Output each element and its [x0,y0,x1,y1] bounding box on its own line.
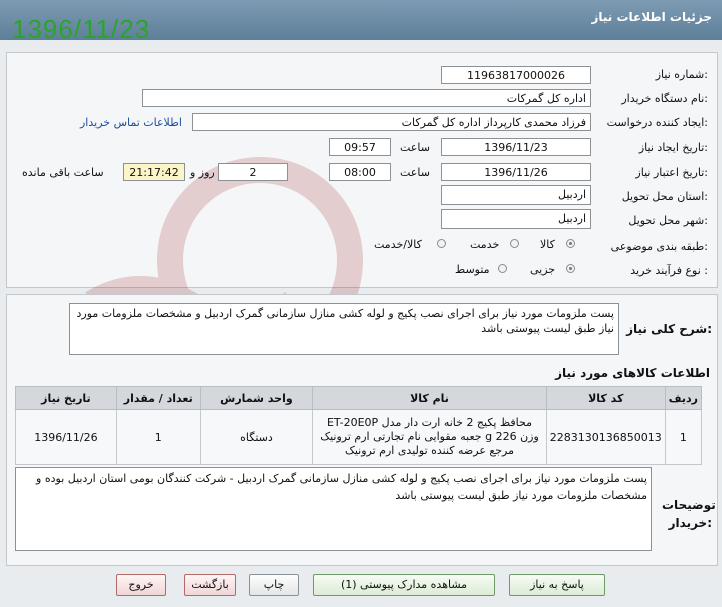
process-label: نوع فرآیند خرید : [630,264,708,277]
requester-label: ایجاد کننده درخواست: [606,116,708,129]
col-code: کد کالا [545,386,666,410]
validity-date-label: تاریخ اعتبار نیاز: [635,166,708,179]
created-date-label: تاریخ ایجاد نیاز: [638,141,708,154]
buyer-contact-link[interactable]: اطلاعات تماس خریدار [80,116,182,129]
cell-name: محافظ پکیج 2 خانه ارت دار مدل ET-20E0P و… [312,409,547,465]
view-attachments-button[interactable]: مشاهده مدارک پیوستی (1) [313,574,495,596]
exit-button[interactable]: خروج [116,574,166,596]
category-option-goods: کالا [540,238,555,251]
col-unit: واحد شمارش [199,386,314,410]
col-name: نام کالا [312,386,547,410]
category-radio-both[interactable] [437,239,446,248]
category-label: طبقه بندی موضوعی: [610,240,708,253]
province-label: استان محل تحویل: [621,190,708,203]
cell-unit: دستگاه [199,409,314,465]
col-qty: تعداد / مقدار [115,386,201,410]
need-number-field[interactable]: 11963817000026 [441,66,591,84]
category-radio-goods[interactable] [566,239,575,248]
back-button[interactable]: بازگشت [184,574,236,596]
category-radio-service[interactable] [510,239,519,248]
items-section-title: اطلاعات کالاهای مورد نیاز [555,366,710,380]
created-time-label: ساعت [400,141,430,154]
buyer-notes-label: توضیحات خریدار: [662,498,716,530]
validity-time-label: ساعت [400,166,430,179]
days-label: روز و [190,166,215,179]
buyer-org-label: نام دستگاه خریدار: [621,92,708,105]
cell-qty: 1 [115,409,201,465]
page-title: جزئیات اطلاعات نیاز [591,10,712,24]
date-stamp: 1396/11/23 [12,14,151,44]
summary-label: شرح کلی نیاز: [626,322,712,336]
process-option-medium: متوسط [455,263,490,276]
cell-row: 1 [664,409,703,465]
col-row: ردیف [664,386,703,410]
category-option-service: خدمت [470,238,500,251]
time-remaining-field: 21:17:42 [123,163,185,181]
city-field[interactable]: اردبیل [441,209,591,229]
summary-textarea[interactable]: پست ملزومات مورد نیاز برای اجرای نصب پکی… [69,303,619,355]
table-row: 1396/11/26 1 دستگاه محافظ پکیج 2 خانه ار… [15,409,703,465]
buyer-org-field[interactable]: اداره کل گمرکات [142,89,591,107]
items-table: تاریخ نیاز تعداد / مقدار واحد شمارش نام … [15,386,703,465]
days-remaining-field[interactable]: 2 [218,163,288,181]
category-option-both: کالا/خدمت [374,238,422,251]
validity-date-field[interactable]: 1396/11/26 [441,163,591,181]
process-option-minor: جزیی [530,263,556,276]
cell-date: 1396/11/26 [15,409,117,465]
cell-code: 2283130136850013 [545,409,666,465]
print-button[interactable]: چاپ [249,574,299,596]
city-label: شهر محل تحویل: [628,214,708,227]
created-date-field[interactable]: 1396/11/23 [441,138,591,156]
process-radio-medium[interactable] [498,264,507,273]
requester-field[interactable]: فرزاد محمدی کارپرداز اداره کل گمرکات [192,113,591,131]
need-number-label: شماره نیاز: [655,68,708,81]
col-date: تاریخ نیاز [15,386,117,410]
province-field[interactable]: اردبیل [441,185,591,205]
time-remaining-label: ساعت باقی مانده [22,166,104,179]
created-time-field[interactable]: 09:57 [329,138,391,156]
reply-button[interactable]: پاسخ به نیاز [509,574,605,596]
process-radio-minor[interactable] [566,264,575,273]
validity-time-field[interactable]: 08:00 [329,163,391,181]
buyer-notes-textarea[interactable]: پست ملزومات مورد نیاز برای اجرای نصب پکی… [15,467,652,551]
